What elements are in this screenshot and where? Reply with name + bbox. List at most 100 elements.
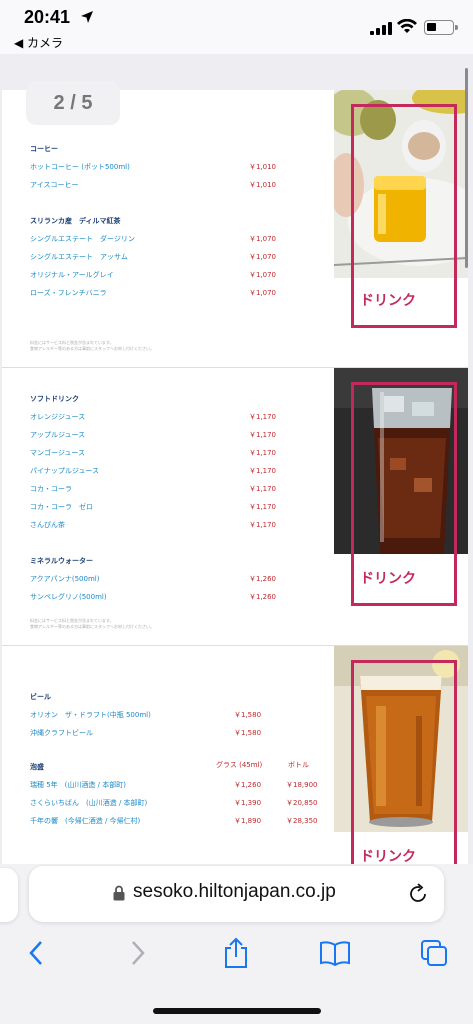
item-price: ￥1,070	[248, 271, 276, 279]
item-name: 沖縄クラフトビール	[30, 729, 93, 737]
category-label: ドリンク	[360, 571, 416, 587]
menu-item[interactable]: さくらいちばん (山川酒造 / 本部町) ￥1,390 ￥20,850	[30, 798, 318, 810]
item-price: ￥1,170	[248, 503, 276, 511]
page-counter: 2 / 5	[26, 81, 120, 125]
menu-item[interactable]: オレンジジュース ￥1,170	[30, 412, 276, 424]
back-to-app-link[interactable]: ◀ カメラ	[14, 34, 63, 51]
menu-item[interactable]: コカ・コーラ ゼロ ￥1,170	[30, 502, 276, 514]
item-price-glass: ￥1,260	[234, 781, 262, 789]
item-price: ￥1,260	[248, 575, 276, 583]
menu-page-soft-drinks: ソフトドリンク オレンジジュース ￥1,170 アップルジュース ￥1,170 マン…	[2, 368, 468, 646]
menu-item[interactable]: さんぴん茶 ￥1,170	[30, 520, 276, 532]
menu-item[interactable]: アイスコーヒー ￥1,010	[30, 180, 276, 192]
item-price-bottle: ￥28,350	[286, 817, 318, 825]
section-title: コーヒー	[30, 145, 58, 153]
item-price: ￥1,170	[248, 449, 276, 457]
item-name: さんぴん茶	[30, 521, 65, 529]
item-name: シングルエステート ダージリン	[30, 235, 135, 243]
section-title: スリランカ産 ディルマ紅茶	[30, 217, 121, 225]
item-price-glass: ￥1,890	[234, 817, 262, 825]
item-price: ￥1,170	[248, 467, 276, 475]
section-title: ソフトドリンク	[30, 395, 79, 403]
item-price: ￥1,170	[248, 431, 276, 439]
battery-icon	[424, 20, 458, 35]
status-bar: 20:41 ◀ カメラ	[0, 0, 473, 54]
web-content[interactable]: コーヒー ホットコーヒー (ポット500ml) ￥1,010 アイスコーヒー ￥1,…	[0, 54, 473, 864]
menu-item[interactable]: 瑞穂 5年 (山川酒造 / 本部町) ￥1,260 ￥18,900	[30, 780, 318, 792]
reload-icon[interactable]	[407, 883, 429, 905]
menu-item[interactable]: シングルエステート アッサム ￥1,070	[30, 252, 276, 264]
share-button[interactable]	[218, 935, 254, 971]
item-name: オリジナル・アールグレイ	[30, 271, 114, 279]
address-bar[interactable]: sesoko.hiltonjapan.co.jp	[29, 866, 444, 922]
menu-item[interactable]: 沖縄クラフトビール ￥1,580	[30, 728, 312, 740]
wifi-icon	[397, 19, 417, 33]
section-title: 泡盛	[30, 763, 44, 771]
menu-item[interactable]: 千年の響 (今帰仁酒造 / 今帰仁村) ￥1,890 ￥28,350	[30, 816, 318, 828]
menu-item[interactable]: ホットコーヒー (ポット500ml) ￥1,010	[30, 162, 276, 174]
footnote: 食物アレルギー等のある方は事前にスタッフへお申し付けください。	[30, 624, 154, 629]
menu-item[interactable]: アクアパンナ(500ml) ￥1,260	[30, 574, 276, 586]
item-name: パイナップルジュース	[30, 467, 100, 475]
menu-item[interactable]: マンゴージュース ￥1,170	[30, 448, 276, 460]
item-price: ￥1,170	[248, 485, 276, 493]
signal-icon	[370, 22, 392, 35]
tabs-icon	[421, 940, 447, 966]
footnote: 食物アレルギー等のある方は事前にスタッフへお申し付けください。	[30, 346, 154, 351]
bookmarks-icon	[320, 941, 350, 966]
bookmarks-button[interactable]	[317, 935, 353, 971]
item-name: さくらいちばん (山川酒造 / 本部町)	[30, 799, 148, 807]
item-price-glass: ￥1,390	[234, 799, 262, 807]
category-label: ドリンク	[360, 293, 416, 309]
item-name: マンゴージュース	[30, 449, 86, 457]
section-title: ビール	[30, 693, 51, 701]
item-name: 瑞穂 5年 (山川酒造 / 本部町)	[30, 781, 126, 789]
item-name: アイスコーヒー	[30, 181, 79, 189]
menu-page-coffee-tea: コーヒー ホットコーヒー (ポット500ml) ￥1,010 アイスコーヒー ￥1,…	[2, 90, 468, 368]
menu-item[interactable]: オリジナル・アールグレイ ￥1,070	[30, 270, 276, 282]
menu-item[interactable]: サンペレグリノ(500ml) ￥1,260	[30, 592, 276, 604]
item-name: ホットコーヒー (ポット500ml)	[30, 163, 130, 171]
item-price: ￥1,070	[248, 289, 276, 297]
item-name: シングルエステート アッサム	[30, 253, 128, 261]
item-name: アップルジュース	[30, 431, 86, 439]
item-price: ￥1,010	[248, 181, 276, 189]
item-price: ￥1,070	[248, 235, 276, 243]
tabs-button[interactable]	[416, 935, 452, 971]
item-price-bottle: ￥18,900	[286, 781, 318, 789]
menu-page-alcohol: ビール オリオン ザ・ドラフト(中瓶 500ml) ￥1,580 沖縄クラフトビー…	[2, 646, 468, 864]
category-frame	[351, 660, 457, 864]
item-name: コカ・コーラ	[30, 485, 72, 493]
forward-button[interactable]	[120, 935, 156, 971]
column-header-glass: グラス (45ml)	[216, 761, 263, 769]
item-name: アクアパンナ(500ml)	[30, 575, 100, 583]
menu-item[interactable]: アップルジュース ￥1,170	[30, 430, 276, 442]
item-name: ローズ・フレンチバニラ	[30, 289, 107, 297]
back-button[interactable]	[18, 935, 54, 971]
item-name: オレンジジュース	[30, 413, 86, 421]
item-price: ￥1,010	[248, 163, 276, 171]
lock-icon	[113, 885, 125, 901]
url-text: sesoko.hiltonjapan.co.jp	[133, 881, 336, 902]
menu-item[interactable]: ローズ・フレンチバニラ ￥1,070	[30, 288, 276, 300]
safari-toolbar: sesoko.hiltonjapan.co.jp	[0, 864, 473, 1024]
share-icon	[225, 937, 247, 968]
menu-item[interactable]: パイナップルジュース ￥1,170	[30, 466, 276, 478]
home-indicator	[153, 1008, 321, 1014]
category-label: ドリンク	[360, 849, 416, 864]
item-price: ￥1,580	[234, 711, 262, 719]
back-arrow-icon	[29, 941, 42, 965]
item-price: ￥1,170	[248, 413, 276, 421]
menu-item[interactable]: オリオン ザ・ドラフト(中瓶 500ml) ￥1,580	[30, 710, 312, 722]
menu-item[interactable]: コカ・コーラ ￥1,170	[30, 484, 276, 496]
item-price-bottle: ￥20,850	[286, 799, 318, 807]
scroll-indicator[interactable]	[465, 68, 468, 268]
item-name: オリオン ザ・ドラフト(中瓶 500ml)	[30, 711, 151, 719]
previous-tab-preview[interactable]	[0, 868, 18, 922]
status-time: 20:41	[24, 7, 71, 27]
item-price: ￥1,580	[234, 729, 262, 737]
item-price: ￥1,170	[248, 521, 276, 529]
item-name: コカ・コーラ ゼロ	[30, 503, 93, 511]
section-title: ミネラルウォーター	[30, 557, 93, 565]
menu-item[interactable]: シングルエステート ダージリン ￥1,070	[30, 234, 276, 246]
